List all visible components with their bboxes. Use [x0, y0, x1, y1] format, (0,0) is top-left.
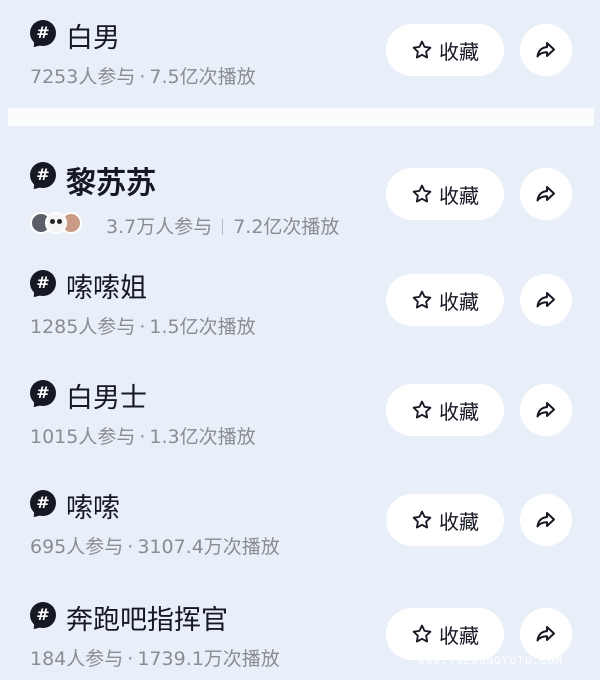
watermark-site: WWW.YUEGONGYUTU.COM [418, 654, 563, 667]
hashtag-icon: # [30, 380, 56, 406]
favorite-label: 收藏 [439, 509, 479, 534]
topic-stats: 695人参与 · 3107.4万次播放 [30, 532, 280, 559]
star-outline-icon [412, 400, 432, 419]
topic-stats: 184人参与 · 1739.1万次播放 [30, 644, 280, 671]
topic-row[interactable]: # 嗦嗦 695人参与 · 3107.4万次播放 收藏 [0, 476, 600, 576]
hashtag-icon: # [30, 270, 56, 296]
play-count: 1739.1万次播放 [137, 648, 280, 670]
topic-row[interactable]: # 嗦嗦姐 1285人参与 · 1.5亿次播放 收藏 [0, 256, 600, 356]
avatar [45, 212, 67, 234]
favorite-label: 收藏 [439, 39, 479, 64]
play-count: 3107.4万次播放 [137, 536, 280, 558]
participant-count: 7253人参与 [30, 66, 136, 88]
section-divider [8, 108, 594, 126]
topic-stats: 1015人参与 · 1.3亿次播放 [30, 422, 256, 449]
topic-title: 奔跑吧指挥官 [66, 605, 228, 636]
favorite-label: 收藏 [439, 289, 479, 314]
topic-title: 白男 [66, 23, 120, 54]
share-arrow-icon [536, 292, 555, 308]
share-arrow-icon [536, 186, 555, 202]
participant-count: 184人参与 [30, 648, 124, 670]
separator-dot: · [127, 536, 134, 558]
star-outline-icon [412, 184, 432, 203]
favorite-button[interactable]: 收藏 [386, 274, 504, 326]
play-count: 1.3亿次播放 [149, 426, 256, 448]
favorite-label: 收藏 [439, 399, 479, 424]
topic-stats: 1285人参与 · 1.5亿次播放 [30, 312, 256, 339]
separator-dot: · [139, 66, 146, 88]
star-outline-icon [412, 290, 432, 309]
separator-dot: · [127, 648, 134, 670]
separator-dot: · [139, 316, 146, 338]
share-button[interactable] [520, 384, 572, 436]
topic-title: 嗦嗦 [66, 493, 120, 524]
share-button[interactable] [520, 274, 572, 326]
share-arrow-icon [536, 402, 555, 418]
hashtag-icon: # [30, 162, 56, 188]
share-button[interactable] [520, 494, 572, 546]
favorite-button[interactable]: 收藏 [386, 24, 504, 76]
topic-row[interactable]: # 黎苏苏 3.7万人参与 7.2亿次播放 收藏 [0, 140, 600, 244]
star-outline-icon [412, 510, 432, 529]
favorite-button[interactable]: 收藏 [386, 494, 504, 546]
topic-stats: 7253人参与 · 7.5亿次播放 [30, 62, 256, 89]
play-count: 7.5亿次播放 [149, 66, 256, 88]
participant-avatars [30, 212, 82, 234]
topic-title: 白男士 [66, 383, 147, 414]
share-button[interactable] [520, 24, 572, 76]
hashtag-icon: # [30, 490, 56, 516]
favorite-button[interactable]: 收藏 [386, 384, 504, 436]
topic-title: 嗦嗦姐 [66, 273, 147, 304]
share-arrow-icon [536, 42, 555, 58]
star-outline-icon [412, 40, 432, 59]
participant-count: 3.7万人参与 [106, 216, 213, 238]
topic-row[interactable]: # 白男士 1015人参与 · 1.3亿次播放 收藏 [0, 366, 600, 466]
watermark: WWW.YUEGONGYUTU.COM [402, 608, 596, 672]
participant-count: 1285人参与 [30, 316, 136, 338]
favorite-button[interactable]: 收藏 [386, 168, 504, 220]
play-count: 7.2亿次播放 [233, 216, 340, 238]
topic-title: 黎苏苏 [66, 166, 156, 201]
favorite-label: 收藏 [439, 183, 479, 208]
topic-row[interactable]: # 白男 7253人参与 · 7.5亿次播放 收藏 [0, 0, 600, 100]
topic-stats: 3.7万人参与 7.2亿次播放 [106, 212, 339, 239]
hashtag-icon: # [30, 20, 56, 46]
hashtag-icon: # [30, 602, 56, 628]
stat-divider [222, 219, 224, 235]
share-arrow-icon [536, 512, 555, 528]
share-button[interactable] [520, 168, 572, 220]
separator-dot: · [139, 426, 146, 448]
participant-count: 695人参与 [30, 536, 124, 558]
participant-count: 1015人参与 [30, 426, 136, 448]
play-count: 1.5亿次播放 [149, 316, 256, 338]
